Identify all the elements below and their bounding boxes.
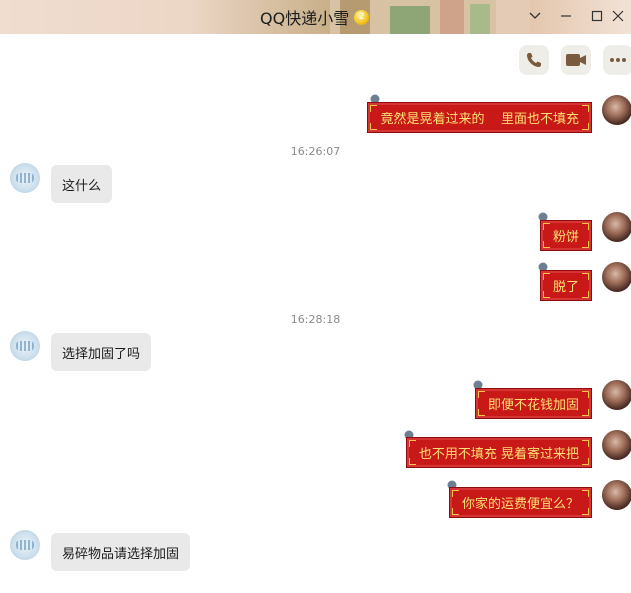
avatar-self[interactable]: [602, 380, 631, 410]
phone-icon[interactable]: [519, 45, 549, 75]
message-bubble-contact[interactable]: 易碎物品请选择加固: [51, 533, 191, 571]
message-text: 也不用不填充 晃着寄过来把: [418, 447, 579, 462]
video-camera-icon[interactable]: [561, 45, 591, 75]
message-bubble-self[interactable]: 脱了: [539, 270, 592, 301]
avatar-self[interactable]: [602, 430, 631, 460]
message-bubble-self[interactable]: 即便不花钱加固: [474, 388, 592, 419]
avatar-contact[interactable]: [10, 331, 40, 361]
more-icon[interactable]: [603, 45, 631, 75]
chevron-down-icon[interactable]: [522, 4, 548, 28]
message-bubble-contact[interactable]: 选择加固了吗: [51, 333, 152, 371]
title-bar: QQ快递小雪 2: [0, 0, 631, 34]
avatar-self[interactable]: [602, 95, 631, 125]
timestamp: 16:26:07: [290, 145, 341, 158]
timestamp: 16:28:18: [290, 313, 341, 326]
avatar-contact[interactable]: [10, 530, 40, 560]
avatar-contact[interactable]: [10, 163, 40, 193]
window-title-group: QQ快递小雪 2: [260, 6, 370, 28]
vip-badge: 2: [354, 9, 370, 25]
message-text: 你家的运费便宜么？: [461, 497, 579, 512]
close-icon[interactable]: [605, 4, 631, 28]
minimize-icon[interactable]: [553, 4, 579, 28]
message-bubble-self[interactable]: 竟然是晃着过来的 里面也不填充: [367, 102, 592, 133]
message-bubble-contact[interactable]: 这什么: [51, 165, 113, 203]
message-bubble-self[interactable]: 粉饼: [539, 220, 592, 251]
avatar-self[interactable]: [602, 262, 631, 292]
message-text: 竟然是晃着过来的 里面也不填充: [380, 112, 579, 127]
avatar-self[interactable]: [602, 480, 631, 510]
message-text: 脱了: [552, 280, 579, 295]
message-bubble-self[interactable]: 也不用不填充 晃着寄过来把: [405, 437, 592, 468]
message-text: 易碎物品请选择加固: [62, 546, 180, 562]
message-text: 选择加固了吗: [62, 346, 141, 362]
message-bubble-self[interactable]: 你家的运费便宜么？: [448, 487, 592, 518]
message-text: 粉饼: [552, 230, 579, 245]
window-title: QQ快递小雪: [260, 9, 350, 28]
avatar-self[interactable]: [602, 212, 631, 242]
message-text: 即便不花钱加固: [487, 398, 579, 413]
message-text: 这什么: [62, 178, 102, 194]
